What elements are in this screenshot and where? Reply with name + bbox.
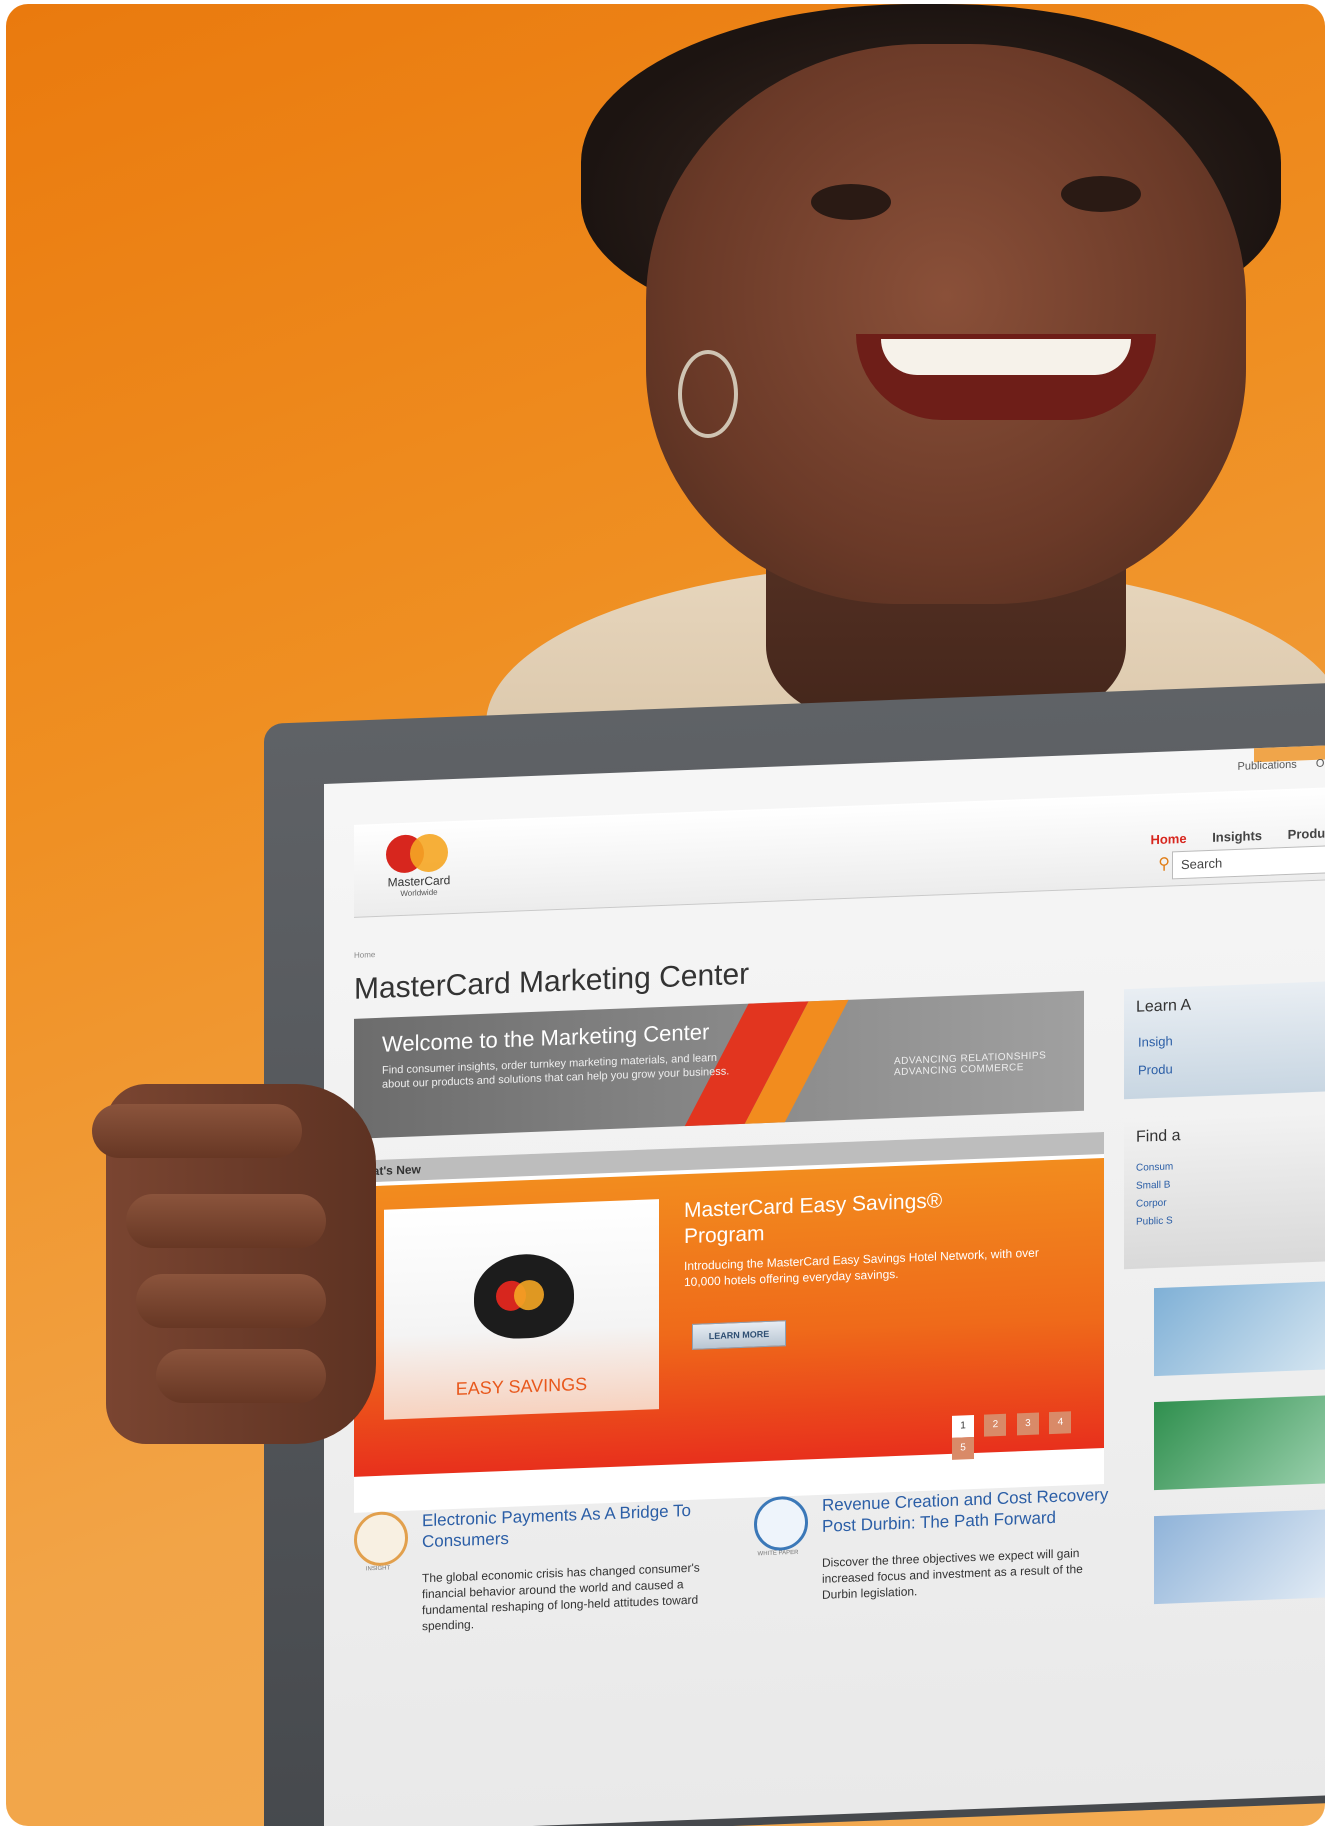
find-link-consumer[interactable]: Consum	[1136, 1161, 1173, 1173]
sidebar-link-products[interactable]: Produ	[1138, 1061, 1173, 1077]
mastercard-logo[interactable]: MasterCard Worldwide	[374, 833, 464, 906]
page-title: MasterCard Marketing Center	[354, 957, 750, 1006]
nav-products[interactable]: Products	[1288, 825, 1325, 842]
finger	[126, 1194, 326, 1248]
logo-yellow-circle	[410, 833, 448, 873]
finger	[156, 1349, 326, 1403]
learn-about-box: Learn A Insigh Produ	[1124, 980, 1325, 1100]
breadcrumb[interactable]: Home	[354, 950, 375, 960]
welcome-tagline: ADVANCING RELATIONSHIPS ADVANCING COMMER…	[894, 1050, 1047, 1079]
carousel-page-3[interactable]: 3	[1016, 1412, 1039, 1436]
search-icon[interactable]: ⚲	[1158, 853, 1170, 873]
carousel-page-1[interactable]: 1	[952, 1415, 974, 1438]
sidebar-link-insights[interactable]: Insigh	[1138, 1033, 1173, 1049]
carousel-pager: 1 2 3 4 5	[952, 1410, 1104, 1460]
main-nav: Home Insights Products	[1128, 825, 1325, 848]
utility-link-order[interactable]: Order	[1316, 757, 1325, 770]
find-link-corporate[interactable]: Corpor	[1136, 1198, 1167, 1210]
sidebar-thumbnail[interactable]	[1154, 1280, 1325, 1377]
promo-text: Introducing the MasterCard Easy Savings …	[684, 1245, 1039, 1290]
article-category: WHITE PAPER	[757, 1549, 799, 1558]
find-link-small-business[interactable]: Small B	[1136, 1179, 1170, 1191]
promo-carousel: EASY SAVINGS MasterCard Easy Savings® Pr…	[354, 1158, 1104, 1477]
utility-links: Publications Order	[1221, 757, 1325, 774]
find-box: Find a Consum Small B Corpor Public S	[1124, 1110, 1325, 1270]
carousel-page-4[interactable]: 4	[1049, 1411, 1072, 1435]
easy-savings-text: EASY SAVINGS	[455, 1373, 588, 1399]
welcome-banner: Welcome to the Marketing Center Find con…	[354, 990, 1084, 1139]
marketing-photo: Publications Order MasterCard Worldwide …	[6, 4, 1325, 1826]
carousel-page-2[interactable]: 2	[984, 1413, 1007, 1437]
welcome-title: Welcome to the Marketing Center	[382, 1019, 710, 1057]
document-icon	[754, 1495, 808, 1552]
promo-title: MasterCard Easy Savings® Program	[684, 1189, 943, 1249]
sidebar-thumbnail[interactable]	[1154, 1394, 1325, 1491]
sidebar-thumbnail[interactable]	[1154, 1508, 1325, 1605]
easy-savings-card: EASY SAVINGS	[384, 1199, 659, 1420]
article-category: INSIGHT	[365, 1565, 391, 1573]
finger	[136, 1274, 326, 1328]
find-title: Find a	[1136, 1127, 1181, 1146]
finger	[92, 1104, 302, 1158]
article-summary: The global economic crisis has changed c…	[422, 1560, 700, 1634]
woman-face	[646, 44, 1246, 604]
monitor-screen: Publications Order MasterCard Worldwide …	[324, 744, 1325, 1826]
search-input[interactable]	[1179, 850, 1325, 874]
lightbulb-icon	[354, 1510, 408, 1567]
learn-about-title: Learn A	[1136, 996, 1192, 1016]
carousel-page-5[interactable]: 5	[952, 1437, 974, 1460]
search-box[interactable]	[1172, 844, 1325, 880]
nav-insights[interactable]: Insights	[1212, 828, 1262, 845]
nav-home[interactable]: Home	[1150, 831, 1186, 847]
teeth	[881, 339, 1131, 375]
utility-link-publications[interactable]: Publications	[1237, 759, 1296, 773]
welcome-text: Find consumer insights, order turnkey ma…	[382, 1051, 730, 1091]
left-eye	[811, 184, 891, 220]
article-summary: Discover the three objectives we expect …	[822, 1545, 1083, 1602]
right-eye	[1061, 176, 1141, 212]
learn-more-button[interactable]: LEARN MORE	[692, 1320, 786, 1350]
find-link-public-sector[interactable]: Public S	[1136, 1215, 1173, 1227]
hoop-earring	[678, 350, 738, 438]
